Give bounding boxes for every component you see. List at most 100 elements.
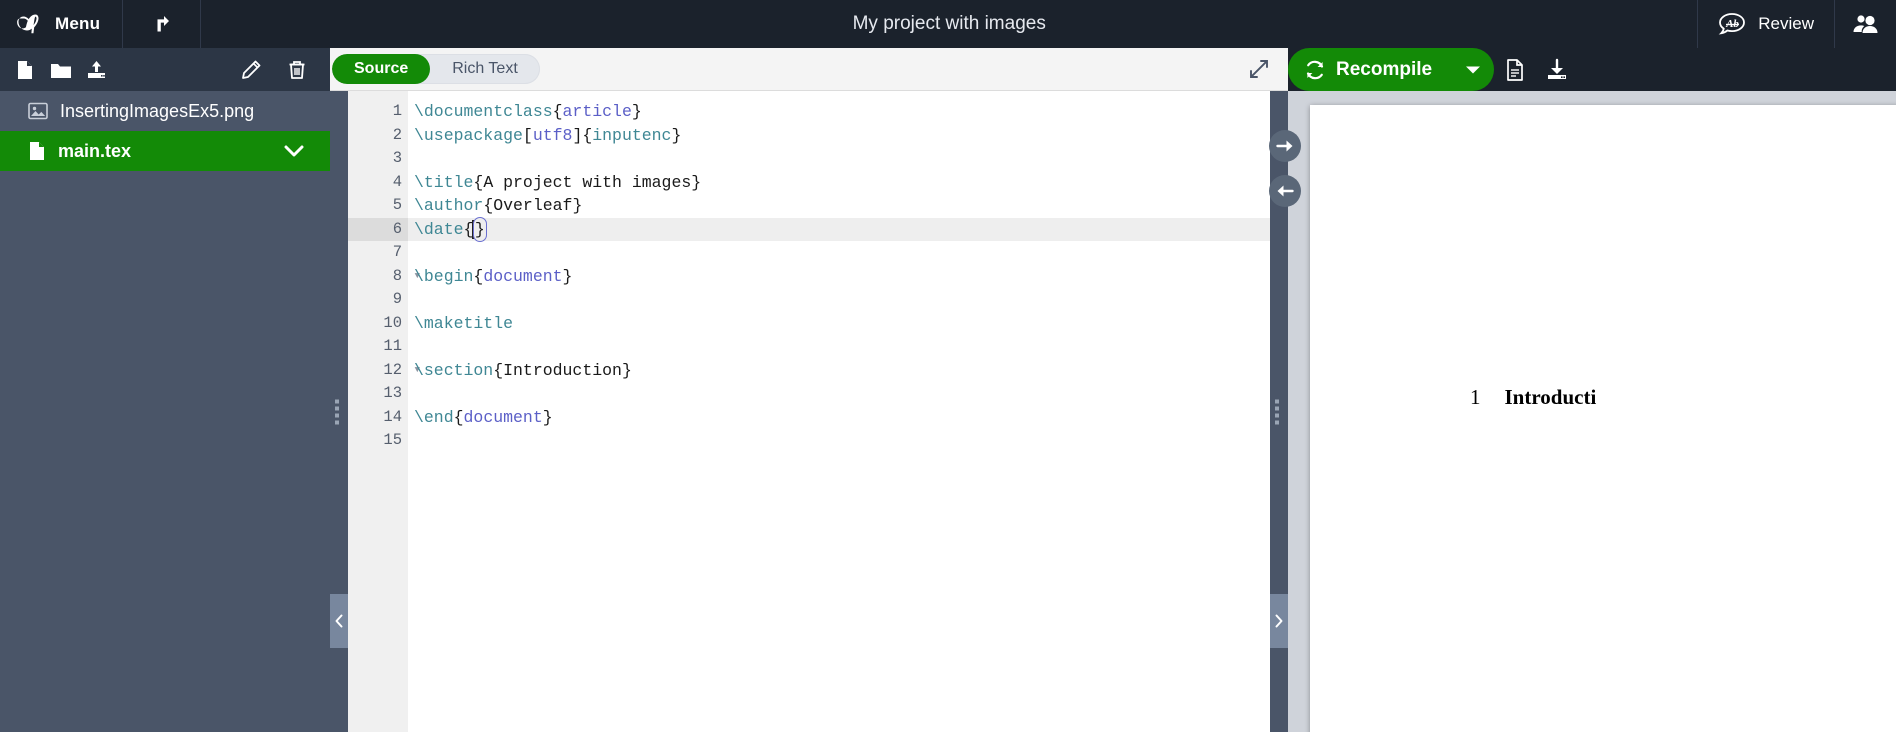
code-token: Overleaf [493,196,573,215]
line-number: 6 [348,217,408,241]
codemirror-editor[interactable]: 1 2 3 4 5 6 7 8 ▼ 9 10 11 12 ▼ 13 14 15 \documentclass{a… [348,91,1288,732]
code-token: } [621,360,632,380]
code-token: ]{ [572,125,593,145]
code-token: \section [414,360,494,380]
chevron-right-icon [1275,614,1283,628]
line-number-gutter: 1 2 3 4 5 6 7 8 ▼ 9 10 11 12 ▼ 13 14 15 [348,91,420,732]
recompile-options-button[interactable] [1452,48,1495,91]
tex-file-icon [28,141,46,161]
code-line[interactable]: \documentclass{article} [408,100,1288,124]
code-content-area[interactable]: \documentclass{article} \usepackage[utf8]… [408,91,1288,732]
code-line[interactable] [408,335,1288,359]
code-line[interactable] [408,147,1288,171]
line-number: 9 [392,290,402,308]
delete-file-button[interactable] [282,55,312,85]
code-line[interactable]: \maketitle [408,312,1288,336]
code-token: \title [414,172,474,192]
line-number: 10 [383,313,402,332]
code-line[interactable]: \date{} [408,216,1288,242]
collapse-file-tree-button[interactable] [330,594,348,648]
tab-source[interactable]: Source [332,54,431,84]
code-line[interactable] [408,241,1288,265]
arrow-left-icon [1276,183,1294,199]
code-line[interactable]: \begin{document} [408,265,1288,289]
code-line[interactable]: \end{document} [408,406,1288,430]
image-file-icon [28,102,48,120]
code-token: \end [414,407,454,427]
matching-bracket-highlight: } [472,216,487,242]
code-token: article [562,102,632,121]
source-richtext-toggle[interactable]: Source Rich Text [332,54,540,84]
code-token: { [473,172,484,192]
compile-logs-button[interactable] [1494,48,1536,91]
line-number: 12 ▼ [348,359,420,383]
new-folder-button[interactable] [46,55,76,85]
code-token: \author [414,196,484,215]
file-tree-item-image[interactable]: InsertingImagesEx5.png [0,91,330,131]
code-token: \begin [414,266,474,286]
line-number: 8 ▼ [348,265,420,289]
sub-toolbar-row: Source Rich Text Recompile [0,48,1896,91]
code-line[interactable]: \usepackage[utf8]{inputenc} [408,124,1288,148]
menu-label: Menu [55,14,101,33]
resize-grip-dots [1275,399,1279,424]
code-line[interactable] [408,288,1288,312]
recompile-button[interactable]: Recompile [1288,48,1453,91]
editor-mode-toolbar: Source Rich Text [330,48,1288,91]
chevron-down-icon [1465,64,1481,76]
code-token: } [631,102,642,121]
code-editor-panel: 1 2 3 4 5 6 7 8 ▼ 9 10 11 12 ▼ 13 14 15 \documentclass{a… [330,91,1288,732]
recompile-refresh-icon [1304,59,1326,81]
expand-editor-button[interactable] [1246,56,1272,82]
line-number: 13 [383,384,402,402]
pdf-section-heading: 1 Introducti [1470,385,1596,410]
pdf-preview-panel[interactable]: 1 Introducti [1288,91,1896,732]
download-pdf-button[interactable] [1536,48,1578,91]
file-tree-toolbar [0,48,330,91]
code-token: \maketitle [414,313,514,333]
line-number: 2 [392,125,402,144]
upgrade-arrow-icon [151,13,173,35]
tab-rich-text[interactable]: Rich Text [430,54,540,84]
code-token: A project with images [483,172,692,192]
code-token: [ [522,125,533,145]
sync-code-to-pdf-button[interactable] [1269,130,1301,162]
review-button[interactable]: Ab Review [1697,0,1834,48]
pdf-section-title: Introducti [1504,385,1597,409]
code-token: Introduction [503,360,622,380]
code-token: document [463,407,543,427]
upgrade-button[interactable] [123,0,202,48]
upload-button[interactable] [82,55,112,85]
code-token: } [671,125,682,145]
top-header-bar: Menu My project with images Ab Review [0,0,1896,48]
code-line[interactable] [408,429,1288,453]
code-line[interactable]: \author{Overleaf} [408,194,1288,218]
menu-button[interactable]: Menu [0,0,124,48]
code-line[interactable]: \section{Introduction} [408,359,1288,383]
code-token: { [493,360,504,380]
code-token: utf8 [532,125,573,145]
file-tree-item-label: InsertingImagesEx5.png [60,100,255,121]
chevron-down-icon[interactable] [284,144,304,158]
expand-pdf-panel-button[interactable] [1270,594,1288,648]
new-file-button[interactable] [10,55,40,85]
rename-file-button[interactable] [236,55,266,85]
code-token: document [483,266,563,286]
code-token: } [572,196,583,215]
line-number: 15 [383,431,402,449]
share-button[interactable] [1834,0,1896,48]
line-number: 14 [383,407,402,426]
sync-pdf-to-code-button[interactable] [1269,175,1301,207]
overleaf-logo-icon [16,10,44,38]
recompile-label: Recompile [1336,58,1433,80]
code-token: inputenc [592,125,672,145]
code-token: } [542,407,553,427]
editor-left-resize-strip[interactable] [330,91,348,732]
code-line[interactable] [408,382,1288,406]
review-label: Review [1758,14,1814,33]
review-comment-icon: Ab [1718,12,1748,36]
header-right-group: Ab Review [1697,0,1896,48]
file-tree-item-main-tex[interactable]: main.tex [0,131,330,171]
arrow-right-icon [1276,138,1294,154]
code-line[interactable]: \title{A project with images} [408,171,1288,195]
